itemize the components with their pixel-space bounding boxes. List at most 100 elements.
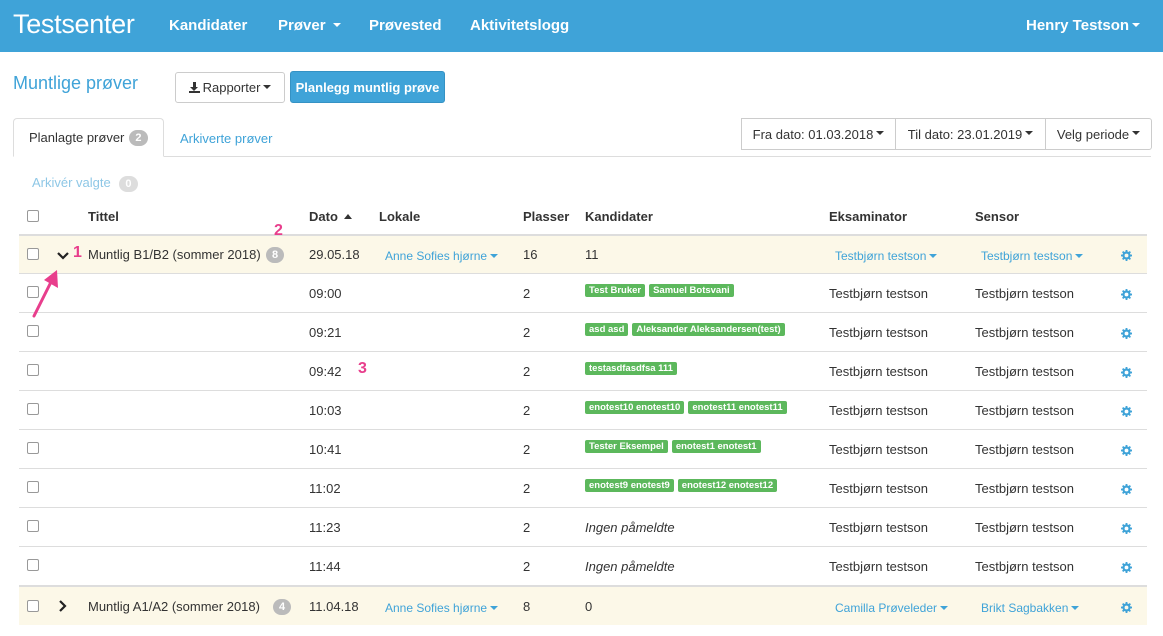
candidate-tag[interactable]: testasdfasdfsa 111 <box>585 362 677 375</box>
chevron-down-icon[interactable] <box>57 250 69 262</box>
slot-time: 11:02 <box>309 481 341 496</box>
gear-icon[interactable] <box>1121 602 1132 613</box>
examiner-dropdown[interactable]: Camilla Prøveleder <box>835 601 949 615</box>
slot-time: 11:44 <box>309 559 341 574</box>
row-checkbox[interactable] <box>27 325 39 337</box>
candidate-tags: asd asd Aleksander Aleksandersen(test) <box>585 320 789 336</box>
gear-icon[interactable] <box>1121 445 1132 456</box>
row-checkbox[interactable] <box>27 442 39 454</box>
no-candidates-text: Ingen påmeldte <box>585 559 675 574</box>
header-sensor[interactable]: Sensor <box>975 209 1019 224</box>
room-dropdown[interactable]: Anne Sofies hjørne <box>385 249 499 263</box>
gear-icon[interactable] <box>1121 250 1132 261</box>
user-name: Henry Testson <box>1026 17 1130 34</box>
examiner-dropdown[interactable]: Testbjørn testson <box>835 249 938 263</box>
user-menu[interactable]: Henry Testson <box>1026 17 1141 34</box>
gear-icon[interactable] <box>1121 367 1132 378</box>
row-checkbox[interactable] <box>27 248 39 260</box>
to-date-dropdown[interactable]: Til dato: 23.01.2019 <box>895 118 1046 150</box>
candidate-tags: Test Bruker Samuel Botsvani <box>585 281 738 297</box>
seats-value: 2 <box>523 325 531 340</box>
gear-icon[interactable] <box>1121 289 1132 300</box>
period-dropdown[interactable]: Velg periode <box>1045 118 1152 150</box>
sensor-name: Testbjørn testson <box>975 403 1074 418</box>
header-room[interactable]: Lokale <box>379 209 420 224</box>
examiner-name: Testbjørn testson <box>829 403 928 418</box>
from-date-dropdown[interactable]: Fra dato: 01.03.2018 <box>741 118 896 150</box>
candidate-tag[interactable]: Test Bruker <box>585 284 646 297</box>
candidate-tag[interactable]: enotest11 enotest11 <box>688 401 787 414</box>
row-checkbox[interactable] <box>27 403 39 415</box>
header-title[interactable]: Tittel <box>88 209 119 224</box>
header-seats[interactable]: Plasser <box>523 209 569 224</box>
row-checkbox[interactable] <box>27 520 39 532</box>
reports-dropdown-button[interactable]: Rapporter <box>175 72 285 103</box>
sensor-label: Testbjørn testson <box>981 249 1073 263</box>
archive-selected-button[interactable]: Arkivér valgte 0 <box>32 175 138 192</box>
chevron-right-icon[interactable] <box>57 600 69 612</box>
caret-down-icon <box>263 84 272 89</box>
header-date[interactable]: Dato <box>309 209 352 224</box>
gear-icon[interactable] <box>1121 406 1132 417</box>
candidate-tag[interactable]: enotest12 enotest12 <box>677 479 778 492</box>
plan-oral-test-button[interactable]: Planlegg muntlig prøve <box>290 71 445 103</box>
annotation-arrow-icon <box>32 270 58 318</box>
sensor-name: Testbjørn testson <box>975 325 1074 340</box>
table-row: 09:21 2 asd asd Aleksander Aleksandersen(te… <box>19 312 1147 351</box>
tab-planned[interactable]: Planlagte prøver 2 <box>13 118 164 157</box>
candidate-tag[interactable]: Tester Eksempel <box>585 440 668 453</box>
no-candidates-text: Ingen påmeldte <box>585 520 675 535</box>
room-dropdown[interactable]: Anne Sofies hjørne <box>385 601 499 615</box>
caret-down-icon <box>876 131 885 135</box>
caret-down-icon <box>490 253 499 258</box>
slot-time: 10:41 <box>309 442 342 457</box>
candidate-tag[interactable]: asd asd <box>585 323 629 336</box>
download-icon <box>188 82 200 93</box>
caret-down-icon <box>1075 253 1084 258</box>
candidate-tag[interactable]: enotest9 enotest9 <box>585 479 674 492</box>
period-label: Velg periode <box>1056 126 1130 142</box>
header-date-label: Dato <box>309 209 338 224</box>
examiner-label: Testbjørn testson <box>835 249 927 263</box>
row-checkbox[interactable] <box>27 481 39 493</box>
header-candidates[interactable]: Kandidater <box>585 209 653 224</box>
gear-icon[interactable] <box>1121 328 1132 339</box>
nav-aktivitetslogg[interactable]: Aktivitetslogg <box>470 17 569 34</box>
nav-prover-label: Prøver <box>278 17 326 34</box>
select-all-checkbox[interactable] <box>27 210 39 222</box>
count-badge: 0 <box>119 176 138 192</box>
candidate-tag[interactable]: Samuel Botsvani <box>649 284 734 297</box>
examiner-name: Testbjørn testson <box>829 286 928 301</box>
seats-value: 2 <box>523 481 531 496</box>
to-date-label: Til dato: 23.01.2019 <box>907 126 1023 142</box>
header-examiner[interactable]: Eksaminator <box>829 209 907 224</box>
nav-provested[interactable]: Prøvested <box>369 17 442 34</box>
slot-time: 09:42 <box>309 364 342 379</box>
seats-value: 8 <box>523 599 531 614</box>
table-row: 10:41 2 Tester Eksempel enotest1 enotest1 Te… <box>19 429 1147 468</box>
gear-icon[interactable] <box>1121 484 1132 495</box>
brand-logo[interactable]: Testsenter <box>13 9 135 40</box>
gear-icon[interactable] <box>1121 562 1132 573</box>
nav-kandidater[interactable]: Kandidater <box>169 17 247 34</box>
nav-prover[interactable]: Prøver <box>278 17 341 34</box>
sensor-dropdown[interactable]: Brikt Sagbakken <box>981 601 1080 615</box>
tab-archived[interactable]: Arkiverte prøver <box>180 131 272 146</box>
examiner-name: Testbjørn testson <box>829 442 928 457</box>
candidate-tag[interactable]: enotest10 enotest10 <box>585 401 685 414</box>
sensor-dropdown[interactable]: Testbjørn testson <box>981 249 1084 263</box>
row-checkbox[interactable] <box>27 559 39 571</box>
row-checkbox[interactable] <box>27 364 39 376</box>
table-row: 09:00 2 Test Bruker Samuel Botsvani Testbjør… <box>19 273 1147 312</box>
page-title: Muntlige prøver <box>13 73 139 93</box>
sensor-name: Testbjørn testson <box>975 481 1074 496</box>
candidate-tag[interactable]: enotest1 enotest1 <box>671 440 761 453</box>
table-row: Muntlig B1/B2 (sommer 2018) 8 29.05.18 A… <box>19 234 1147 273</box>
candidates-count: 0 <box>585 599 593 614</box>
gear-icon[interactable] <box>1121 523 1132 534</box>
slot-time: 09:21 <box>309 325 342 340</box>
table-row: Muntlig A1/A2 (sommer 2018) 4 11.04.18 A… <box>19 585 1147 625</box>
test-title: Muntlig B1/B2 (sommer 2018) <box>88 247 261 262</box>
row-checkbox[interactable] <box>27 600 39 612</box>
candidate-tag[interactable]: Aleksander Aleksandersen(test) <box>632 323 785 336</box>
